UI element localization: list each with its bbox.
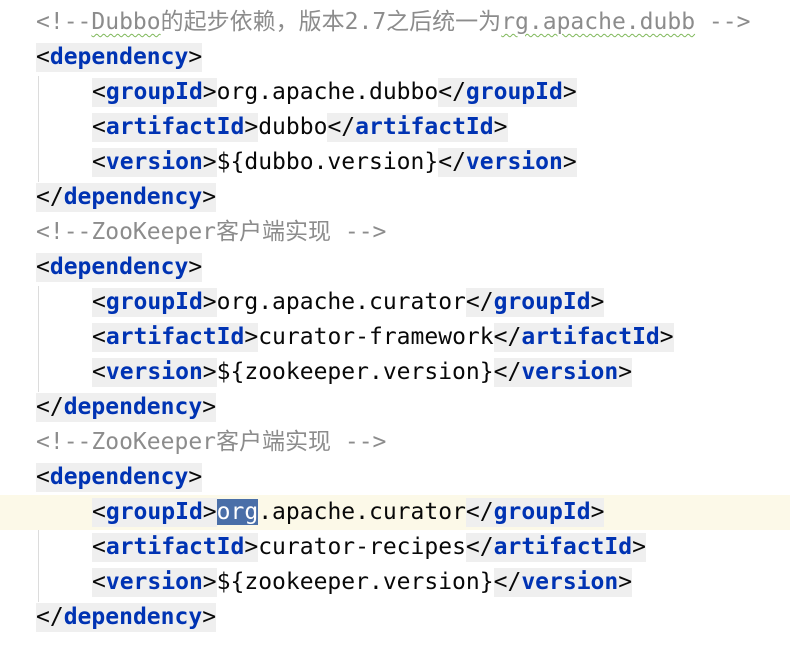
code-line-open-tag[interactable]: <dependency> <box>0 40 790 75</box>
code-line-artifactid[interactable]: <artifactId>dubbo</artifactId> <box>0 110 790 145</box>
element-groupid: <groupId>org.apache.curator</groupId> <box>92 288 605 317</box>
open-tag-dependency: <dependency> <box>36 253 203 282</box>
xml-comment: <!--ZooKeeper客户端实现 --> <box>36 429 387 455</box>
xml-comment: <!--Dubbo的起步依赖，版本2.7之后统一为rg.apache.dubb … <box>36 9 751 35</box>
spell-check-underline: Dubbo <box>91 9 161 35</box>
element-value: .apache.curator <box>258 499 466 525</box>
element-value: ${zookeeper.version} <box>216 569 494 595</box>
close-tag-dependency: </dependency> <box>36 183 217 212</box>
code-line-comment[interactable]: <!--Dubbo的起步依赖，版本2.7之后统一为rg.apache.dubb … <box>0 5 790 40</box>
code-line-version[interactable]: <version>${zookeeper.version}</version> <box>0 355 790 390</box>
element-version: <version>${dubbo.version}</version> <box>92 148 577 177</box>
code-line-artifactid[interactable]: <artifactId>curator-recipes</artifactId> <box>0 530 790 565</box>
element-artifactid: <artifactId>dubbo</artifactId> <box>92 113 508 142</box>
element-artifactid: <artifactId>curator-recipes</artifactId> <box>92 533 646 562</box>
open-tag-dependency: <dependency> <box>36 43 203 72</box>
code-line-close-tag[interactable]: </dependency> <box>0 600 790 635</box>
code-line-comment[interactable]: <!--ZooKeeper客户端实现 --> <box>0 215 790 250</box>
code-line-open-tag[interactable]: <dependency> <box>0 250 790 285</box>
code-line-version[interactable]: <version>${zookeeper.version}</version> <box>0 565 790 600</box>
code-line-artifactid[interactable]: <artifactId>curator-framework</artifactI… <box>0 320 790 355</box>
code-line-open-tag[interactable]: <dependency> <box>0 460 790 495</box>
element-value: ${zookeeper.version} <box>216 359 494 385</box>
text-selection[interactable]: org <box>216 499 259 525</box>
element-artifactid: <artifactId>curator-framework</artifactI… <box>92 323 674 352</box>
element-version: <version>${zookeeper.version}</version> <box>92 568 633 597</box>
close-tag-dependency: </dependency> <box>36 603 217 632</box>
code-line-groupid[interactable]: <groupId>org.apache.dubbo</groupId> <box>0 75 790 110</box>
element-value: org.apache.dubbo <box>216 79 439 105</box>
element-groupid: <groupId>org.apache.dubbo</groupId> <box>92 78 577 107</box>
element-value: dubbo <box>258 114 328 140</box>
element-value: org.apache.curator <box>216 289 466 315</box>
element-version: <version>${zookeeper.version}</version> <box>92 358 633 387</box>
code-line-close-tag[interactable]: </dependency> <box>0 180 790 215</box>
code-line-comment[interactable]: <!--ZooKeeper客户端实现 --> <box>0 425 790 460</box>
open-tag-dependency: <dependency> <box>36 463 203 492</box>
spell-check-underline: rg.apache.dubb <box>501 9 696 35</box>
code-line-groupid-current[interactable]: <groupId>org.apache.curator</groupId> <box>0 495 790 530</box>
xml-comment: <!--ZooKeeper客户端实现 --> <box>36 219 387 245</box>
code-line-version[interactable]: <version>${dubbo.version}</version> <box>0 145 790 180</box>
close-tag-dependency: </dependency> <box>36 393 217 422</box>
code-line-groupid[interactable]: <groupId>org.apache.curator</groupId> <box>0 285 790 320</box>
code-line-close-tag[interactable]: </dependency> <box>0 390 790 425</box>
code-editor[interactable]: <!--Dubbo的起步依赖，版本2.7之后统一为rg.apache.dubb … <box>0 0 790 649</box>
element-groupid: <groupId>org.apache.curator</groupId> <box>92 498 605 527</box>
element-value: curator-framework <box>258 324 494 350</box>
element-value: curator-recipes <box>258 534 466 560</box>
element-value: ${dubbo.version} <box>216 149 439 175</box>
